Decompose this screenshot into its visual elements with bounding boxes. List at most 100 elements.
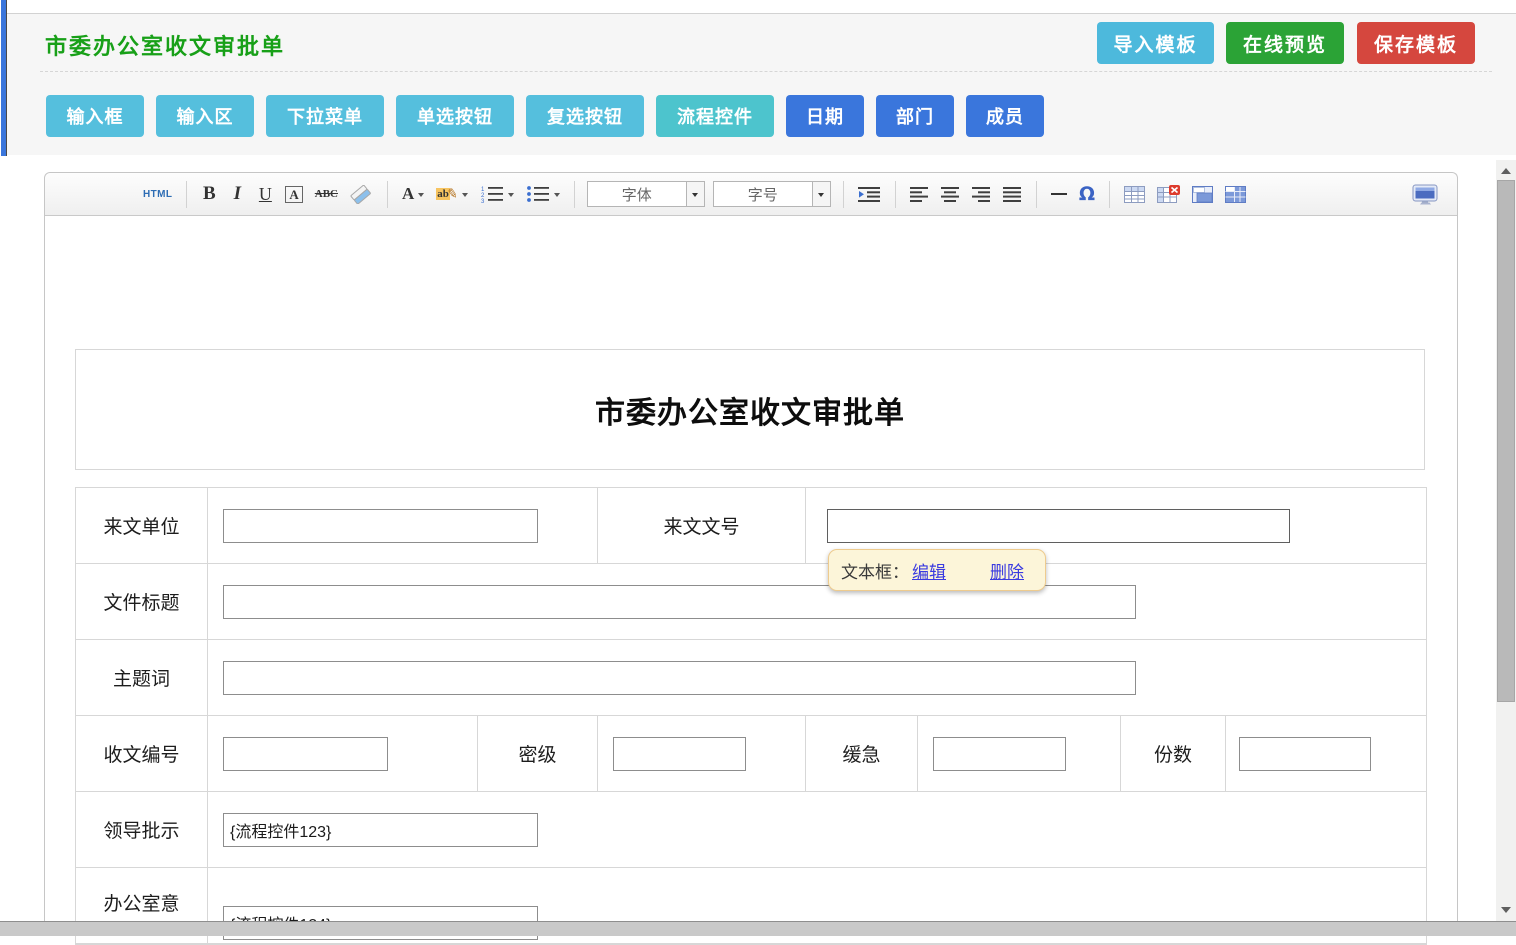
fullscreen-icon[interactable] <box>1409 181 1442 207</box>
table-cell <box>598 716 806 791</box>
underline-icon[interactable]: U <box>254 181 276 207</box>
align-justify-icon[interactable] <box>1000 181 1025 207</box>
horizontal-rule-icon[interactable] <box>1048 181 1070 207</box>
table-row: 文件标题 <box>76 564 1426 640</box>
subject-words-input[interactable] <box>223 661 1136 695</box>
toolbar-separator <box>387 181 388 208</box>
bold-icon[interactable]: B <box>198 181 220 207</box>
toolbar-separator <box>1036 181 1037 208</box>
toolbox-button-department[interactable]: 部门 <box>876 95 954 137</box>
toolbar-separator <box>895 181 896 208</box>
table-cell <box>1226 716 1426 791</box>
toolbox-button-input-box[interactable]: 输入框 <box>46 95 144 137</box>
align-right-icon[interactable] <box>969 181 994 207</box>
editor-toolbar: HTML B I U A ABC A ab✎ 123 字体 字号 <box>45 173 1457 216</box>
scroll-up-arrow-icon[interactable] <box>1501 163 1511 174</box>
highlight-color-icon[interactable]: ab✎ <box>433 181 471 207</box>
toolbox-button-date[interactable]: 日期 <box>786 95 864 137</box>
toolbox-button-flow-control[interactable]: 流程控件 <box>656 95 774 137</box>
source-unit-input[interactable] <box>223 509 538 543</box>
table-cell <box>208 564 1426 639</box>
field-label-security-level: 密级 <box>478 716 598 791</box>
cell-properties-icon[interactable] <box>1222 181 1249 207</box>
vertical-scrollbar[interactable] <box>1496 160 1516 921</box>
chevron-down-icon <box>554 193 560 200</box>
scroll-down-arrow-icon[interactable] <box>1501 907 1511 918</box>
toolbar-separator <box>574 181 575 208</box>
toolbar-separator <box>186 181 187 208</box>
ordered-list-icon[interactable]: 123 <box>477 181 517 207</box>
form-table: 来文单位 来文文号 文件标题 主题词 收文编号 密级 缓急 份数 领导批示 <box>75 487 1427 945</box>
toolbox-button-member[interactable]: 成员 <box>966 95 1044 137</box>
chevron-down-icon <box>462 193 468 200</box>
strikethrough-icon[interactable]: ABC <box>312 181 341 207</box>
font-family-select[interactable]: 字体 <box>587 181 705 207</box>
boxed-style-icon[interactable]: A <box>282 181 305 207</box>
toolbox-button-checkbox[interactable]: 复选按钮 <box>526 95 644 137</box>
align-left-icon[interactable] <box>907 181 932 207</box>
page-title: 市委办公室收文审批单 <box>45 29 285 61</box>
svg-text:3: 3 <box>481 199 485 203</box>
delete-table-icon[interactable] <box>1154 181 1183 207</box>
special-character-icon[interactable]: Ω <box>1076 181 1098 207</box>
online-preview-button[interactable]: 在线预览 <box>1226 22 1344 64</box>
leader-instructions-input[interactable] <box>223 813 538 847</box>
field-label-copies: 份数 <box>1121 716 1226 791</box>
table-cell <box>208 488 598 563</box>
document-title-block: 市委办公室收文审批单 <box>75 349 1425 470</box>
doc-number-input[interactable] <box>827 509 1290 543</box>
toolbox-button-input-area[interactable]: 输入区 <box>156 95 254 137</box>
table-properties-icon[interactable] <box>1189 181 1216 207</box>
table-row: 领导批示 <box>76 792 1426 868</box>
bullet-list-glyph <box>526 185 550 203</box>
table-cell <box>208 640 1426 715</box>
unordered-list-icon[interactable] <box>523 181 563 207</box>
chevron-down-icon <box>418 193 424 200</box>
html-source-icon[interactable]: HTML <box>140 181 175 207</box>
save-template-button[interactable]: 保存模板 <box>1357 22 1475 64</box>
receipt-number-input[interactable] <box>223 737 388 771</box>
field-label-doc-number: 来文文号 <box>598 488 806 563</box>
header-dashed-separator <box>40 71 1492 72</box>
field-label-leader-instructions: 领导批示 <box>76 792 208 867</box>
field-label-subject-words: 主题词 <box>76 640 208 715</box>
align-right-glyph <box>972 186 991 203</box>
toolbox-button-dropdown[interactable]: 下拉菜单 <box>266 95 384 137</box>
indent-glyph <box>858 186 881 203</box>
toolbar-separator <box>1109 181 1110 208</box>
copies-input[interactable] <box>1239 737 1371 771</box>
control-toolbox: 输入框 输入区 下拉菜单 单选按钮 复选按钮 流程控件 日期 部门 成员 <box>46 95 1044 137</box>
align-left-glyph <box>910 186 929 203</box>
indent-icon[interactable] <box>855 181 884 207</box>
form-template-designer: 市委办公室收文审批单 导入模板 在线预览 保存模板 输入框 输入区 下拉菜单 单… <box>0 0 1516 935</box>
font-size-select[interactable]: 字号 <box>713 181 831 207</box>
scrollbar-thumb[interactable] <box>1497 180 1515 702</box>
table-cell <box>208 792 1426 867</box>
field-label-doc-title: 文件标题 <box>76 564 208 639</box>
italic-icon[interactable]: I <box>226 181 248 207</box>
font-color-icon[interactable]: A <box>399 181 427 207</box>
monitor-glyph <box>1412 184 1439 205</box>
tooltip-delete-link[interactable]: 删除 <box>990 558 1024 583</box>
control-tooltip: 文本框： 编辑 删除 <box>828 549 1046 591</box>
field-label-urgency: 缓急 <box>806 716 918 791</box>
urgency-input[interactable] <box>933 737 1066 771</box>
toolbox-button-radio[interactable]: 单选按钮 <box>396 95 514 137</box>
field-label-receipt-number: 收文编号 <box>76 716 208 791</box>
align-center-icon[interactable] <box>938 181 963 207</box>
security-level-input[interactable] <box>613 737 746 771</box>
remove-format-icon[interactable] <box>347 181 376 207</box>
import-template-button[interactable]: 导入模板 <box>1097 22 1214 64</box>
delete-table-glyph <box>1157 185 1180 203</box>
chevron-down-icon <box>686 182 704 206</box>
bottom-window-edge <box>0 921 1516 936</box>
field-label-source-unit: 来文单位 <box>76 488 208 563</box>
insert-table-icon[interactable] <box>1121 181 1148 207</box>
pencil-icon: ✎ <box>446 185 460 203</box>
chevron-down-icon <box>812 182 830 206</box>
numbered-list-glyph: 123 <box>480 185 504 203</box>
table-cell <box>918 716 1121 791</box>
tooltip-edit-link[interactable]: 编辑 <box>912 558 946 583</box>
table-glyph <box>1124 186 1145 203</box>
document-title: 市委办公室收文审批单 <box>595 388 905 432</box>
